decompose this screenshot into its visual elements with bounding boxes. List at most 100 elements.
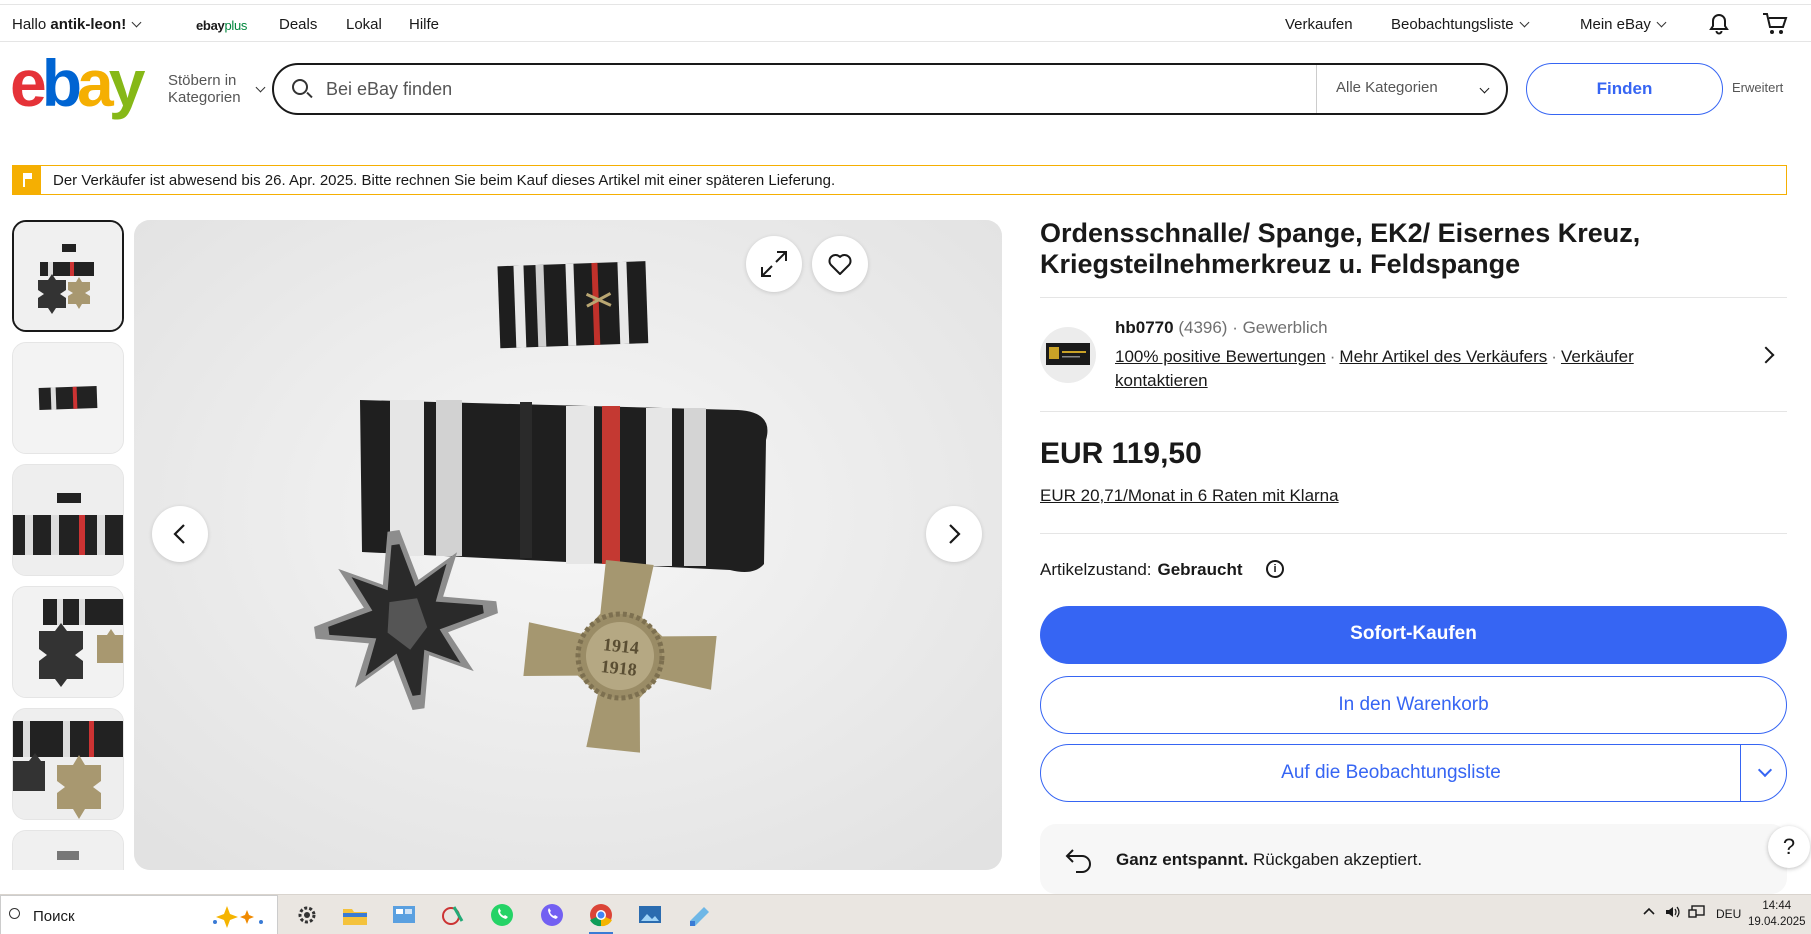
main-product-image[interactable]: 1914 1918 — [134, 220, 1002, 870]
divider — [1040, 411, 1787, 412]
klarna-installments-link[interactable]: EUR 20,71/Monat in 6 Raten mit Klarna — [1040, 486, 1339, 506]
positive-feedback-link[interactable]: 100% positive Bewertungen — [1115, 347, 1326, 366]
seller-name[interactable]: hb0770 — [1115, 318, 1174, 337]
info-icon[interactable]: i — [1266, 560, 1284, 578]
divider — [1040, 297, 1787, 298]
search-button[interactable]: Finden — [1526, 63, 1723, 115]
seller-away-notice: Der Verkäufer ist abwesend bis 26. Apr. … — [12, 165, 1787, 195]
browse-line-2: Kategorien — [168, 89, 241, 106]
returns-rest: Rückgaben akzeptiert. — [1248, 850, 1423, 869]
watchlist-menu[interactable]: Beobachtungsliste — [1391, 16, 1530, 33]
chevron-down-icon — [255, 82, 266, 93]
chevron-down-icon — [131, 17, 142, 28]
thumbnail[interactable] — [12, 464, 124, 576]
returns-bold: Ganz entspannt. — [1116, 850, 1249, 869]
buy-now-button[interactable]: Sofort-Kaufen — [1040, 606, 1787, 664]
divider — [1740, 745, 1741, 801]
heart-icon — [828, 254, 852, 275]
search-bar: Alle Kategorien — [272, 63, 1508, 115]
fullscreen-button[interactable] — [746, 236, 802, 292]
divider — [1040, 533, 1787, 534]
tray-chevron-up-icon[interactable] — [1642, 904, 1656, 921]
logo-letter-a: a — [77, 46, 114, 120]
next-image-button[interactable] — [926, 506, 982, 562]
item-condition: Artikelzustand: Gebraucht — [1040, 560, 1243, 580]
watch-heart-button[interactable] — [812, 236, 868, 292]
watchlist-button-label: Auf die Beobachtungsliste — [1281, 762, 1501, 783]
medal-year-top: 1914 — [602, 634, 640, 658]
deals-link[interactable]: Deals — [279, 16, 317, 33]
seller-feedback-count: (4396) — [1178, 318, 1228, 337]
ebay-logo[interactable]: ebay — [10, 50, 145, 116]
seller-links: 100% positive Bewertungen · Mehr Artikel d… — [1115, 345, 1715, 393]
more-items-link[interactable]: Mehr Artikel des Verkäufers — [1339, 347, 1547, 366]
bell-icon[interactable] — [1707, 12, 1731, 40]
thumbnail[interactable] — [12, 586, 124, 698]
seller-info: hb0770 (4396) · Gewerblich — [1115, 318, 1328, 338]
seller-logo-image — [1040, 327, 1096, 383]
condition-value: Gebraucht — [1157, 560, 1243, 579]
chrome-icon[interactable] — [586, 901, 616, 934]
separator-dot: · — [1551, 347, 1557, 366]
language-indicator[interactable]: DEU — [1716, 907, 1741, 921]
logo-letter-y: y — [108, 46, 146, 120]
expand-icon — [761, 251, 787, 277]
help-button[interactable]: ? — [1768, 826, 1810, 868]
hilfe-link[interactable]: Hilfe — [409, 16, 439, 33]
top-navigation: Hallo antik-leon! ebayplus Deals Lokal H… — [0, 4, 1811, 42]
category-select-label: Alle Kategorien — [1336, 79, 1438, 96]
chevron-left-icon — [173, 524, 185, 544]
greeting-prefix: Hallo — [12, 16, 51, 33]
greeting-menu[interactable]: Hallo antik-leon! — [12, 16, 142, 33]
clock-time: 14:44 — [1762, 900, 1792, 912]
ebayplus-plus: plus — [224, 18, 248, 33]
verkaufen-link[interactable]: Verkaufen — [1285, 16, 1353, 33]
separator-dot: · — [1227, 318, 1243, 337]
clock[interactable]: 14:44 19.04.2025 — [1748, 898, 1806, 930]
ebay-plus-link[interactable]: ebayplus — [196, 18, 247, 33]
seller-avatar[interactable] — [1040, 327, 1096, 383]
chevron-down-icon[interactable] — [1757, 762, 1773, 778]
add-to-cart-button[interactable]: In den Warenkorb — [1040, 676, 1787, 734]
condition-label: Artikelzustand: — [1040, 560, 1152, 579]
browse-line-1: Stöbern in — [168, 72, 237, 89]
thumbnail[interactable] — [12, 708, 124, 820]
add-to-watchlist-button[interactable]: Auf die Beobachtungsliste — [1040, 744, 1787, 802]
notes-app-icon[interactable] — [684, 901, 714, 929]
thumbnail[interactable] — [12, 220, 124, 332]
price: EUR 119,50 — [1040, 437, 1202, 470]
file-explorer-icon[interactable] — [340, 901, 370, 929]
watchlist-menu-label: Beobachtungsliste — [1391, 16, 1514, 33]
paint-app-icon[interactable] — [438, 901, 468, 929]
settings-icon[interactable] — [292, 901, 322, 929]
chevron-down-icon — [1656, 17, 1667, 28]
mein-ebay-menu[interactable]: Mein eBay — [1580, 16, 1667, 33]
logo-letter-b: b — [41, 46, 82, 120]
ebayplus-ebay: ebay — [196, 18, 225, 33]
taskbar-search[interactable]: Поиск — [0, 895, 278, 934]
lokal-link[interactable]: Lokal — [346, 16, 382, 33]
clock-date: 19.04.2025 — [1748, 916, 1806, 928]
whatsapp-icon[interactable] — [487, 901, 517, 929]
network-icon[interactable] — [1688, 905, 1706, 922]
thumbnail[interactable] — [12, 342, 124, 454]
seller-type: Gewerblich — [1242, 318, 1328, 337]
chevron-down-icon — [1479, 83, 1490, 94]
returns-text: Ganz entspannt. Rückgaben akzeptiert. — [1116, 850, 1422, 870]
return-arrow-icon — [1065, 849, 1091, 873]
thumbnail[interactable] — [12, 830, 124, 870]
windows-taskbar: Поиск DEU 14:44 19.04.2025 — [0, 894, 1811, 934]
control-panel-icon[interactable] — [389, 901, 419, 929]
chevron-right-icon[interactable] — [1757, 346, 1775, 364]
viber-icon[interactable] — [537, 901, 567, 929]
listing-title: Ordensschnalle/ Spange, EK2/ Eisernes Kr… — [1040, 218, 1641, 279]
mein-ebay-label: Mein eBay — [1580, 16, 1651, 33]
photos-app-icon[interactable] — [635, 901, 665, 929]
browse-categories-button[interactable]: Stöbern in Kategorien — [168, 72, 241, 106]
previous-image-button[interactable] — [152, 506, 208, 562]
category-select[interactable]: Alle Kategorien — [1316, 65, 1506, 113]
advanced-search-link[interactable]: Erweitert — [1732, 80, 1783, 95]
cart-icon[interactable] — [1762, 12, 1788, 40]
speaker-icon[interactable] — [1664, 905, 1680, 922]
search-input[interactable] — [326, 75, 1276, 103]
